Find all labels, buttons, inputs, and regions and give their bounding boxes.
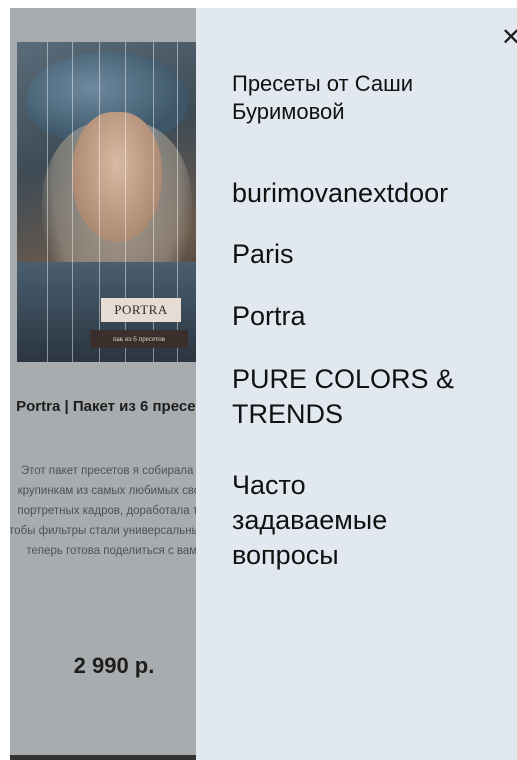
menu-item-burimovanextdoor[interactable]: burimovanextdoor xyxy=(232,176,517,211)
background-page: PORTRA пак из 6 пресетов Portra | Пакет … xyxy=(10,8,196,760)
menu-item-paris[interactable]: Paris xyxy=(232,237,517,272)
menu-item-portra[interactable]: Portra xyxy=(232,299,517,334)
image-overlay-subtitle: пак из 6 пресетов xyxy=(90,330,188,348)
image-stripe xyxy=(99,42,100,362)
product-image[interactable]: PORTRA пак из 6 пресетов xyxy=(17,42,196,362)
menu-title-link[interactable]: Пресеты от Саши Буримовой xyxy=(232,70,512,126)
menu-item-faq[interactable]: Часто задаваемые вопросы xyxy=(232,468,452,573)
face-shape xyxy=(72,112,162,242)
close-icon[interactable]: ✕ xyxy=(501,24,517,50)
product-description: Этот пакет пресетов я собирала по крупин… xyxy=(10,465,196,557)
image-overlay-title: PORTRA xyxy=(101,298,181,322)
image-stripe xyxy=(47,42,48,362)
bottom-divider xyxy=(10,755,196,760)
navigation-drawer: ✕ Пресеты от Саши Буримовой burimovanext… xyxy=(196,8,517,760)
product-price: 2 990 р. xyxy=(73,653,155,678)
image-stripe xyxy=(72,42,73,362)
menu-item-pure-colors-trends[interactable]: PURE COLORS & TRENDS xyxy=(232,362,502,432)
product-title[interactable]: Portra | Пакет из 6 пресетов xyxy=(10,396,196,417)
